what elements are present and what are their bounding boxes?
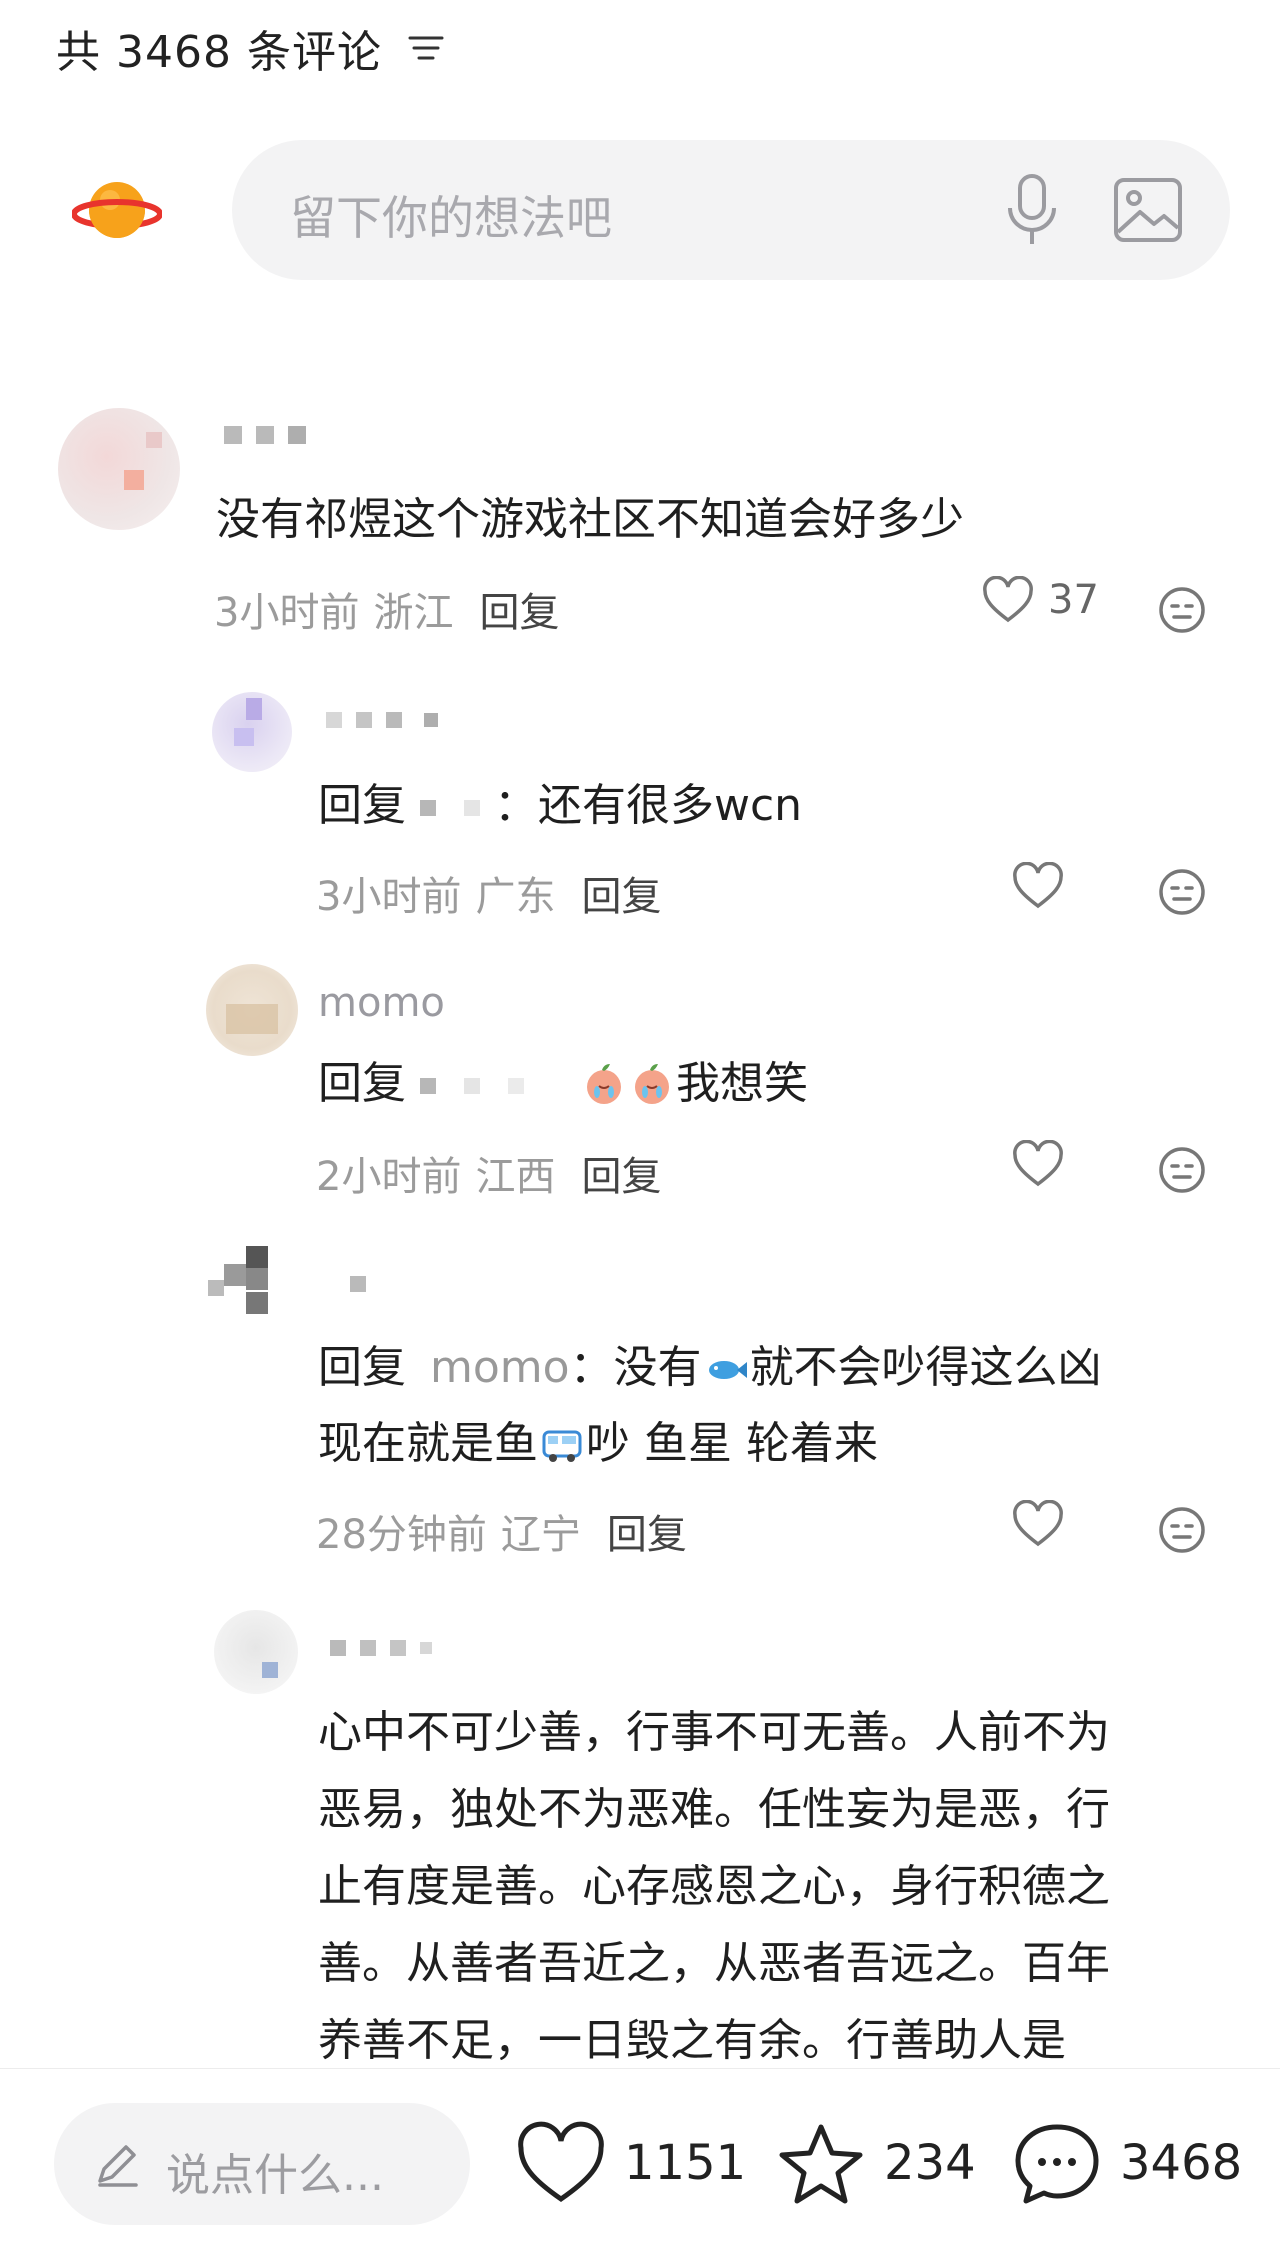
comment-text: 没有祁煜这个游戏社区不知道会好多少	[216, 494, 964, 545]
heart-icon	[1013, 862, 1063, 909]
comment-location: 江西	[475, 1154, 556, 1200]
username-blurred[interactable]	[350, 1276, 366, 1292]
like-button[interactable]	[1012, 1140, 1064, 1188]
avatar[interactable]	[58, 408, 180, 530]
comment-time: 3小时前	[316, 874, 462, 920]
reaction-face-icon[interactable]	[1158, 1506, 1206, 1554]
bottom-input-placeholder: 说点什么...	[166, 2150, 384, 2201]
comment-total: 3468	[1120, 2135, 1243, 2191]
comment-text: 心中不可少善，行事不可无善。人前不为 恶易，独处不为恶难。任性妄为是恶，行 止有…	[318, 1707, 1110, 2066]
avatar[interactable]	[212, 692, 292, 772]
reply-text: 回复 momo：没有 就不会吵得这么凶 现在就是鱼吵 鱼星 轮着来	[318, 1342, 1102, 1469]
pencil-icon	[98, 2145, 138, 2187]
comment-time: 28分钟前	[316, 1512, 487, 1558]
mention-blurred[interactable]	[420, 1078, 436, 1094]
sort-filter-icon[interactable]	[404, 26, 448, 70]
mention-link[interactable]: momo	[430, 1342, 570, 1393]
reply-button[interactable]: 回复	[607, 1502, 687, 1560]
username[interactable]: momo	[318, 980, 445, 1026]
like-button[interactable]: 37	[982, 576, 1099, 624]
avatar[interactable]	[206, 1246, 290, 1330]
comments-header: 共 3468 条评论	[56, 18, 448, 78]
compose-placeholder: 留下你的想法吧	[290, 191, 612, 245]
heart-icon	[1013, 1140, 1063, 1187]
like-count: 37	[1048, 577, 1099, 623]
favorite-total: 234	[884, 2135, 976, 2191]
bus-emoji-icon	[542, 1430, 582, 1462]
reaction-face-icon[interactable]	[1158, 868, 1206, 916]
reply-content: 我想笑	[676, 1058, 808, 1109]
bottom-comment-input[interactable]: 说点什么...	[54, 2103, 470, 2225]
comment-meta: 3小时前 浙江 回复	[214, 580, 559, 638]
reply-prefix: 回复	[318, 1058, 406, 1109]
comment-location: 辽宁	[500, 1512, 581, 1558]
reply-button[interactable]: 回复	[581, 864, 661, 922]
avatar[interactable]	[206, 964, 298, 1056]
username-blurred[interactable]	[224, 426, 306, 444]
reaction-face-icon[interactable]	[1158, 586, 1206, 634]
like-total: 1151	[624, 2135, 747, 2191]
comment-meta: 2小时前 江西 回复	[316, 1144, 661, 1202]
reply-prefix: 回复	[318, 1342, 406, 1393]
microphone-icon[interactable]	[1000, 172, 1064, 248]
comment-meta: 28分钟前 辽宁 回复	[316, 1502, 687, 1560]
like-button[interactable]	[1012, 862, 1064, 910]
planet-avatar-icon	[72, 182, 162, 238]
comment-stat-button[interactable]: 3468	[1012, 2121, 1242, 2205]
reply-content: ：还有很多wcn	[494, 780, 803, 831]
comment-time: 2小时前	[316, 1154, 462, 1200]
mention-blurred[interactable]	[420, 800, 436, 816]
comment-time: 3小时前	[214, 590, 360, 636]
crying-peach-emoji-icon	[587, 1064, 621, 1104]
star-icon	[779, 2124, 863, 2204]
heart-icon	[1013, 1500, 1063, 1547]
reply-text: 回复 ：还有很多wcn	[318, 768, 802, 844]
comment-meta: 3小时前 广东 回复	[316, 864, 661, 922]
bottom-action-bar: 说点什么... 1151 234 3468	[0, 2068, 1280, 2265]
reply-button[interactable]: 回复	[581, 1144, 661, 1202]
image-upload-icon[interactable]	[1112, 176, 1184, 244]
reaction-face-icon[interactable]	[1158, 1146, 1206, 1194]
comment-location: 浙江	[373, 590, 454, 636]
comment-compose-input[interactable]: 留下你的想法吧	[232, 140, 1230, 280]
comment-location: 广东	[475, 874, 556, 920]
avatar[interactable]	[214, 1610, 298, 1694]
heart-icon	[518, 2121, 604, 2203]
reply-button[interactable]: 回复	[479, 580, 559, 638]
favorite-stat-button[interactable]: 234	[776, 2121, 976, 2205]
compose-row: 留下你的想法吧	[72, 140, 1230, 280]
username-blurred[interactable]	[330, 1640, 432, 1656]
like-stat-button[interactable]: 1151	[516, 2121, 746, 2205]
heart-icon	[983, 576, 1033, 623]
reply-text: 回复 我想笑	[318, 1046, 808, 1122]
chat-bubble-icon	[1015, 2124, 1099, 2204]
like-button[interactable]	[1012, 1500, 1064, 1548]
fish-emoji-icon	[708, 1361, 747, 1379]
username-blurred[interactable]	[326, 712, 438, 728]
crying-peach-emoji-icon	[635, 1064, 669, 1104]
reply-prefix: 回复	[318, 780, 406, 831]
comment-count-title: 共 3468 条评论	[56, 27, 382, 78]
